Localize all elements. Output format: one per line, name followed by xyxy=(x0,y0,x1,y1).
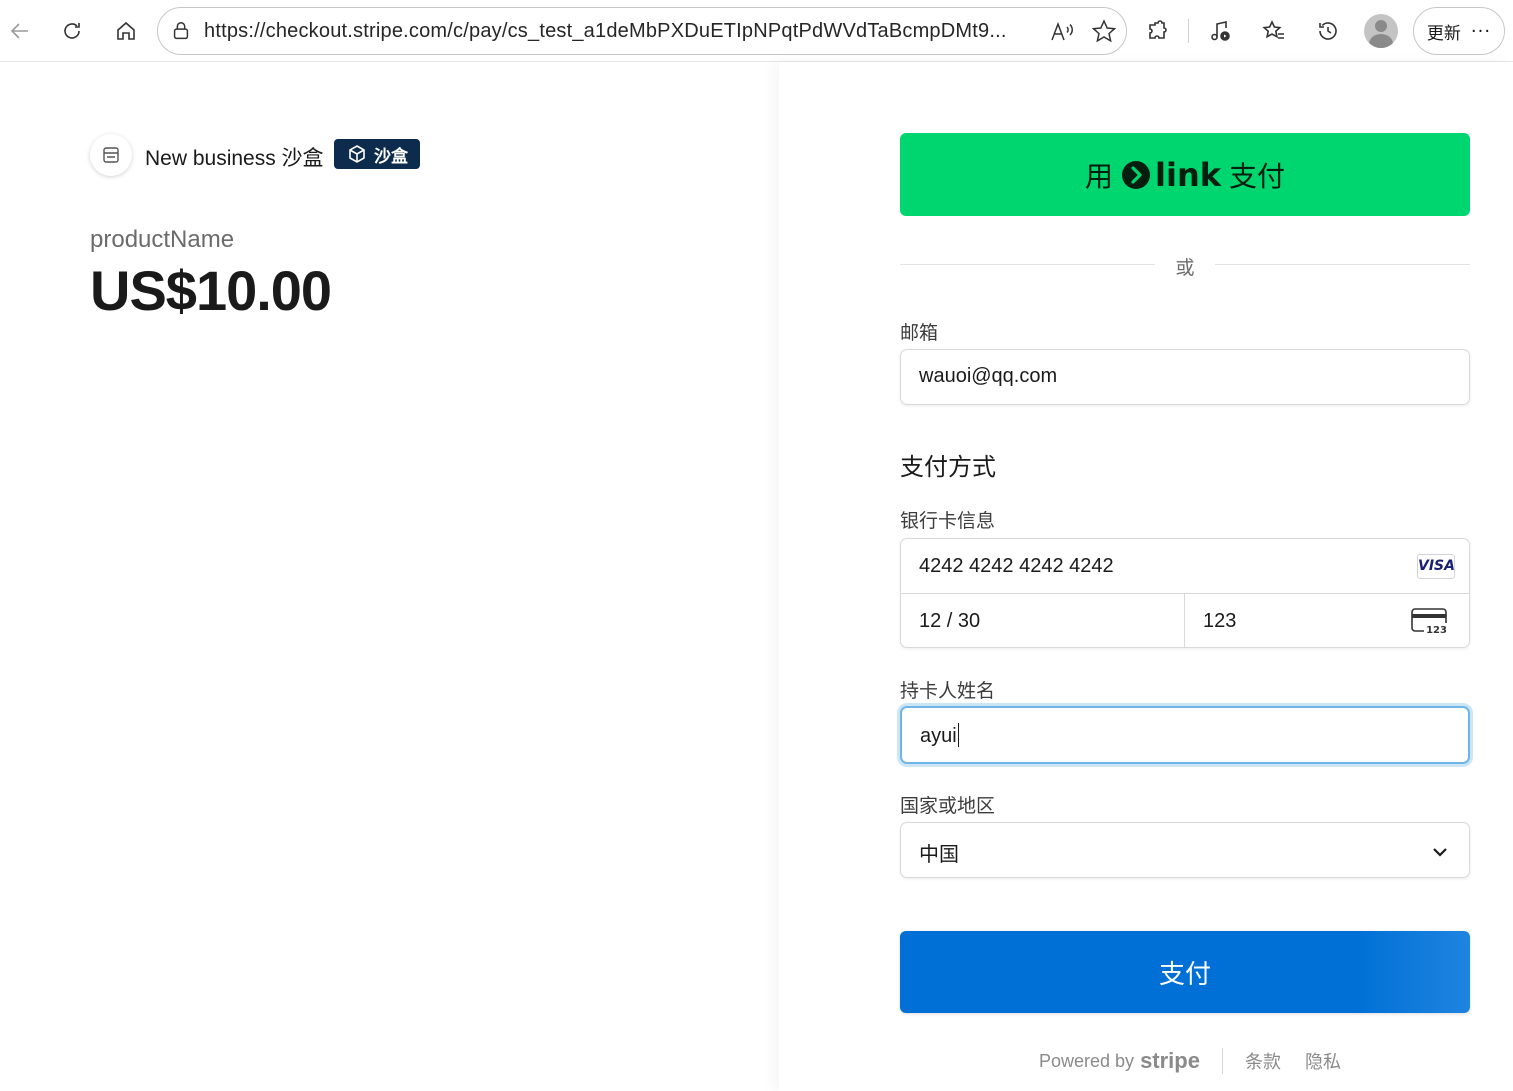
favorites-icon[interactable] xyxy=(1256,13,1292,49)
card-number-field[interactable]: 4242 4242 4242 4242 VISA xyxy=(901,539,1469,594)
business-name: New business 沙盒 xyxy=(145,147,324,170)
update-label: 更新 xyxy=(1426,23,1461,44)
chevron-down-icon xyxy=(1433,848,1447,857)
media-control-icon[interactable] xyxy=(1202,13,1238,49)
favorite-star-icon[interactable] xyxy=(1090,18,1118,46)
pay-button[interactable]: 支付 xyxy=(900,931,1470,1013)
or-text: 或 xyxy=(1175,257,1195,279)
cardholder-name-field[interactable]: ayui xyxy=(900,706,1470,764)
card-cvc-field[interactable]: 123 123 xyxy=(1185,594,1469,647)
business-logo xyxy=(90,134,132,176)
read-aloud-icon[interactable] xyxy=(1048,18,1076,46)
card-expiry-value: 12 / 30 xyxy=(919,610,981,632)
refresh-icon[interactable] xyxy=(54,13,90,49)
country-label: 国家或地区 xyxy=(900,795,996,817)
product-price: US$10.00 xyxy=(90,259,332,322)
extensions-icon[interactable] xyxy=(1140,13,1176,49)
card-info-label: 银行卡信息 xyxy=(900,510,996,532)
email-value: wauoi@qq.com xyxy=(919,365,1058,387)
payment-method-title: 支付方式 xyxy=(900,453,996,481)
svg-text:123: 123 xyxy=(1426,625,1447,636)
pay-label: 支付 xyxy=(1158,959,1211,990)
toolbar-separator xyxy=(1188,19,1189,43)
email-label: 邮箱 xyxy=(900,322,939,344)
footer: Powered by stripe 条款 隐私 xyxy=(1039,1046,1365,1076)
text-caret xyxy=(957,723,959,747)
card-number-value: 4242 4242 4242 4242 xyxy=(919,555,1114,577)
visa-icon: VISA xyxy=(1417,554,1455,579)
link-suffix: 支付 xyxy=(1229,159,1286,193)
profile-avatar[interactable] xyxy=(1364,14,1398,48)
card-info-group: 4242 4242 4242 4242 VISA 12 / 30 123 123 xyxy=(900,538,1470,648)
product-name: productName xyxy=(90,226,235,253)
sandbox-badge: 沙盒 xyxy=(334,139,420,169)
link-arrow-icon xyxy=(1122,160,1150,189)
browser-toolbar: https://checkout.stripe.com/c/pay/cs_tes… xyxy=(0,0,1513,62)
address-bar[interactable]: https://checkout.stripe.com/c/pay/cs_tes… xyxy=(157,7,1127,55)
lock-icon[interactable] xyxy=(170,20,192,42)
url-text[interactable]: https://checkout.stripe.com/c/pay/cs_tes… xyxy=(204,20,1007,43)
store-icon xyxy=(103,147,119,163)
country-value: 中国 xyxy=(919,844,959,866)
cardholder-label: 持卡人姓名 xyxy=(900,680,996,702)
sandbox-label: 沙盒 xyxy=(374,146,408,167)
card-cvc-value: 123 xyxy=(1203,610,1237,632)
cardholder-value: ayui xyxy=(920,725,957,747)
history-icon[interactable] xyxy=(1310,13,1346,49)
link-brand: link xyxy=(1155,155,1221,194)
home-icon[interactable] xyxy=(108,13,144,49)
link-prefix: 用 xyxy=(1084,159,1113,193)
link-logo: link xyxy=(1121,156,1221,194)
privacy-link[interactable]: 隐私 xyxy=(1305,1048,1341,1074)
powered-by-text: Powered by xyxy=(1039,1050,1135,1071)
or-divider: 或 xyxy=(900,253,1470,279)
back-icon[interactable] xyxy=(2,13,38,49)
cube-icon xyxy=(349,145,365,163)
card-expiry-field[interactable]: 12 / 30 xyxy=(901,594,1185,647)
terms-link[interactable]: 条款 xyxy=(1245,1048,1281,1074)
payment-panel: 用 link 支付 或 邮箱 wauoi@qq.com 支付方式 银行卡信息 4… xyxy=(779,62,1513,1091)
footer-separator xyxy=(1221,1048,1223,1074)
more-icon: ··· xyxy=(1470,20,1492,42)
country-select[interactable]: 中国 xyxy=(900,822,1470,878)
update-button[interactable]: 更新 ··· xyxy=(1413,7,1505,55)
order-summary-panel: New business 沙盒 沙盒 productName US$10.00 xyxy=(0,62,779,1091)
email-field[interactable]: wauoi@qq.com xyxy=(900,349,1470,405)
cvc-card-icon: 123 xyxy=(1411,608,1449,636)
stripe-logo[interactable]: stripe xyxy=(1140,1048,1200,1074)
pay-with-link-button[interactable]: 用 link 支付 xyxy=(900,133,1470,216)
